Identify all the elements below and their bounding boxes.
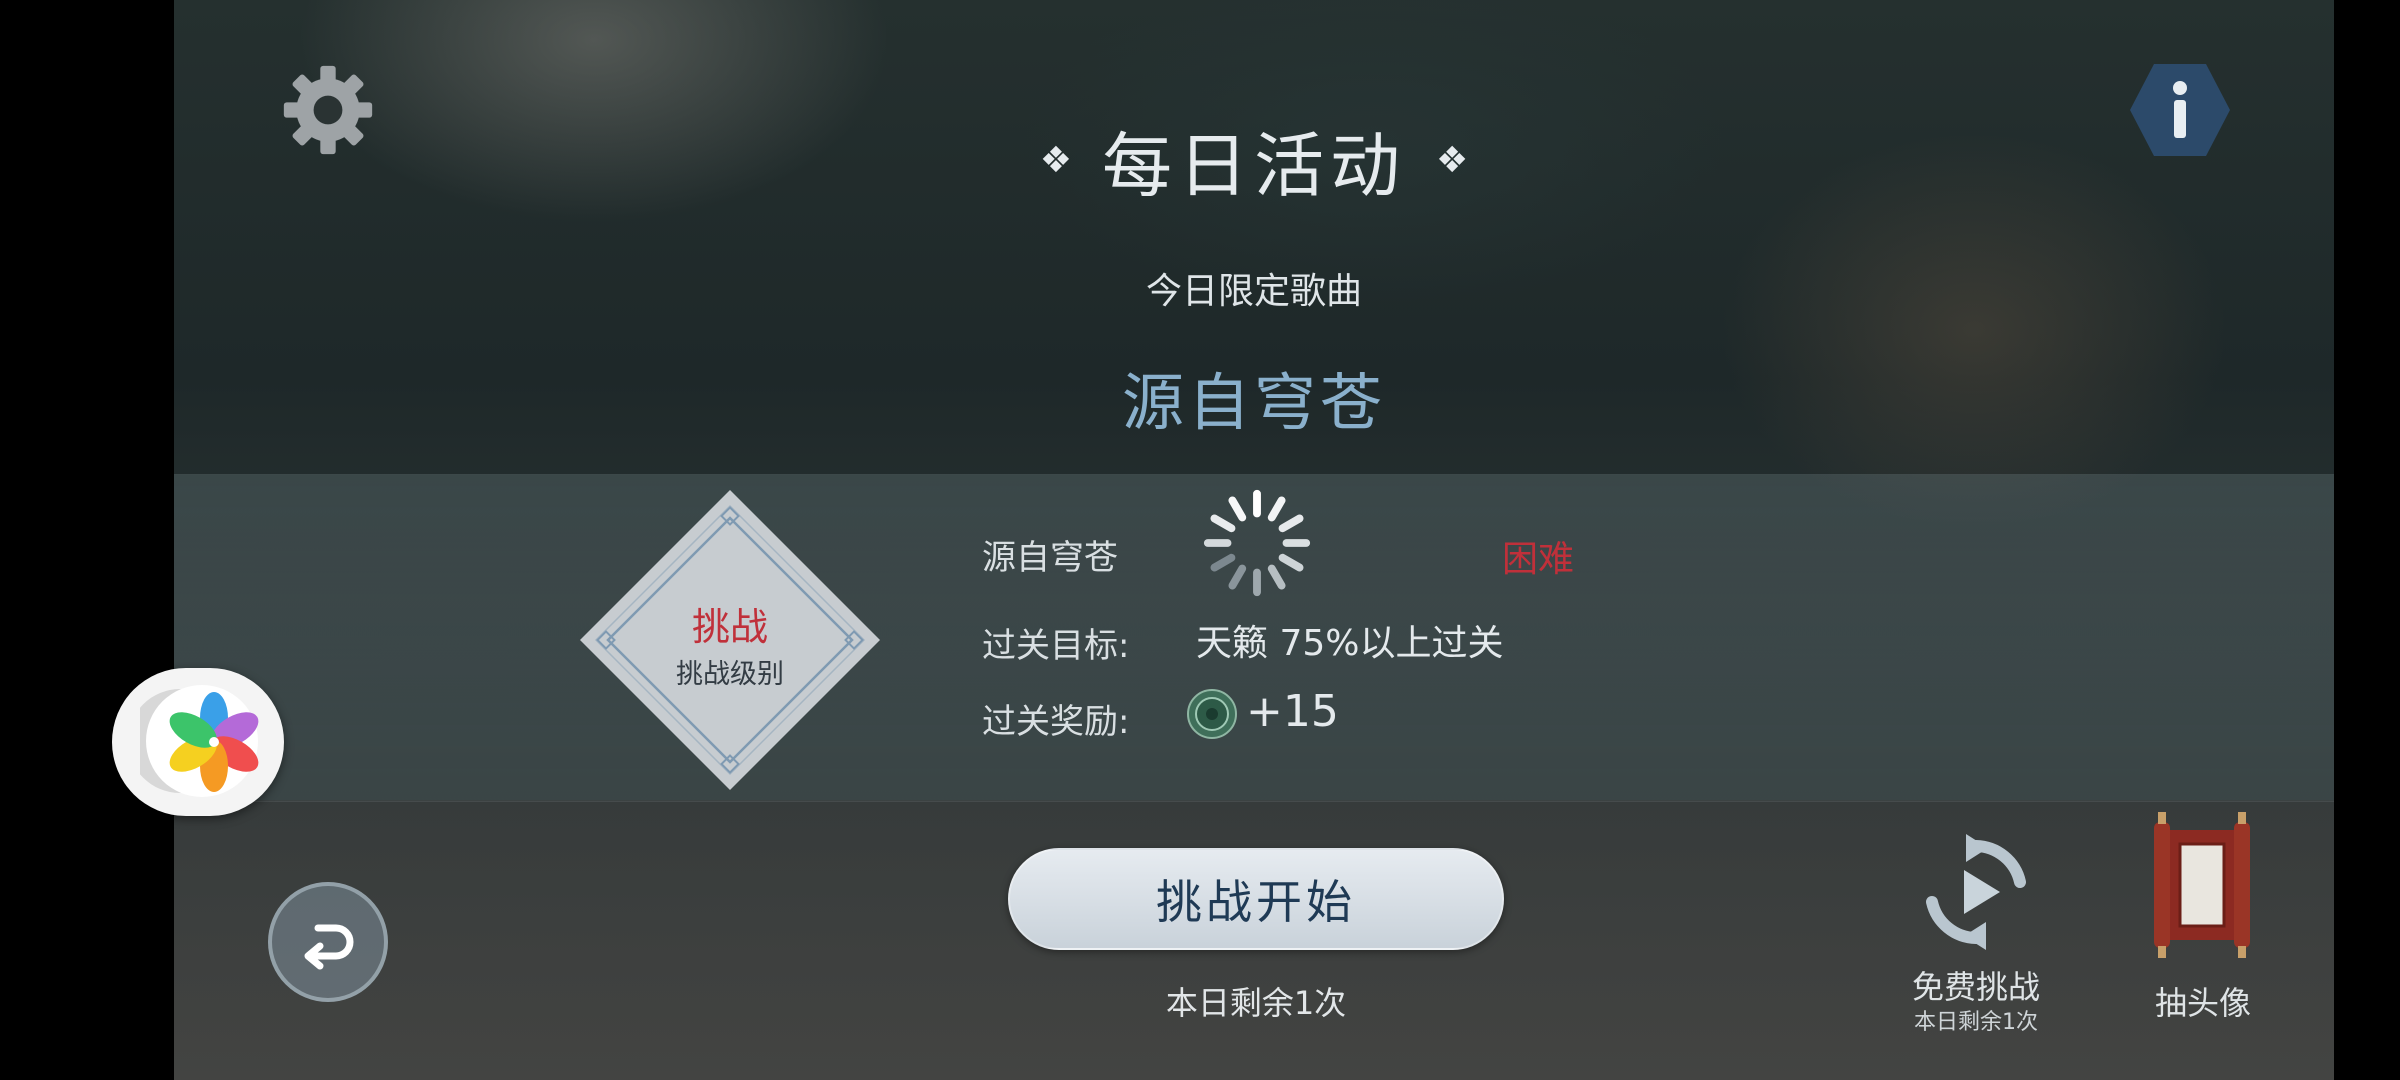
title-row: ❖ 每日活动 ❖ <box>174 110 2334 211</box>
remaining-attempts: 本日剩余1次 <box>1165 984 1347 1022</box>
difficulty-label: 困难 <box>1502 539 1575 580</box>
song-label: 源自穹苍 <box>982 538 1118 578</box>
song-title: 源自穹苍 <box>1121 366 1386 439</box>
reward-label: 过关奖励: <box>982 702 1130 742</box>
draw-avatar-label[interactable]: 抽头像 <box>2118 978 2288 1024</box>
title-decoration-right: ❖ <box>1436 140 1469 181</box>
goal-label: 过关目标: <box>982 626 1130 666</box>
start-challenge-button[interactable]: 挑战开始 <box>1008 848 1504 950</box>
jade-coin-icon <box>1187 689 1237 739</box>
pinwheel-icon <box>140 685 259 797</box>
reward-value: +15 <box>1246 686 1339 737</box>
game-screen: ❖ 每日活动 ❖ 今日限定歌曲 源自穹苍 挑战 挑战级别 源自穹苍 困难 过关目… <box>174 0 2334 1080</box>
free-challenge-remaining: 本日剩余1次 <box>1914 1010 2038 1035</box>
scroll-icon[interactable] <box>2146 810 2258 960</box>
back-arrow-icon <box>304 924 354 970</box>
title-decoration-left: ❖ <box>1039 140 1072 181</box>
goal-value: 天籁 75%以上过关 <box>1196 623 1504 664</box>
replay-icon[interactable] <box>1916 832 2036 952</box>
badge-title: 挑战 <box>691 605 768 649</box>
subtitle: 今日限定歌曲 <box>1145 271 1362 312</box>
free-challenge-label[interactable]: 免费挑战 <box>1874 962 2078 1008</box>
page-title: 每日活动 <box>1102 125 1406 207</box>
floating-assistant-button[interactable] <box>112 668 284 816</box>
back-button[interactable] <box>268 882 388 1002</box>
badge-subtitle: 挑战级别 <box>676 659 784 690</box>
spinner-icon <box>1203 489 1311 597</box>
